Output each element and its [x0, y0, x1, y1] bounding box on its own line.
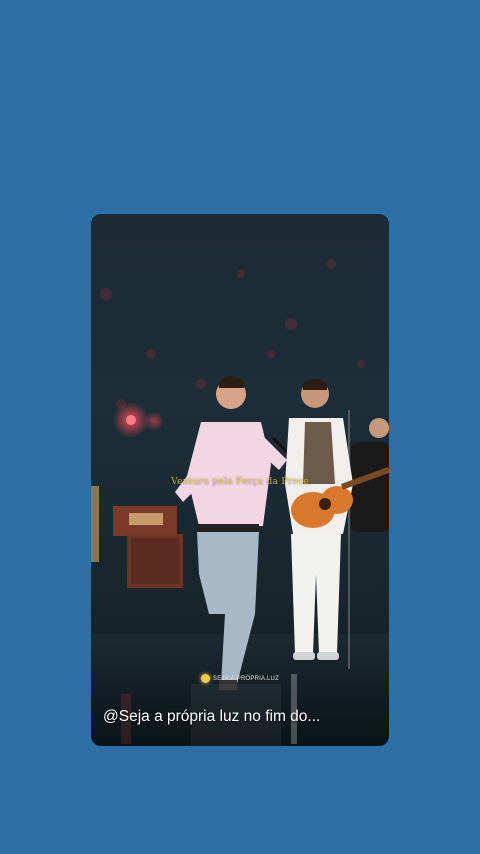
- lightbulb-icon: [201, 674, 210, 683]
- account-chip[interactable]: SEJA.A.PRÓPRIA.LUZ: [201, 674, 279, 683]
- amplifier: [113, 506, 183, 588]
- account-label: SEJA.A.PRÓPRIA.LUZ: [213, 675, 279, 682]
- caption-text[interactable]: @Seja a própria luz no fim do...: [103, 708, 379, 726]
- video-card[interactable]: Ventura pela Força da Prece SEJA.A.PRÓPR…: [91, 214, 389, 746]
- overlay-text: Ventura pela Força da Prece: [171, 477, 309, 487]
- stage-light-core: [126, 415, 136, 425]
- story-screen: Ventura pela Força da Prece SEJA.A.PRÓPR…: [0, 0, 480, 854]
